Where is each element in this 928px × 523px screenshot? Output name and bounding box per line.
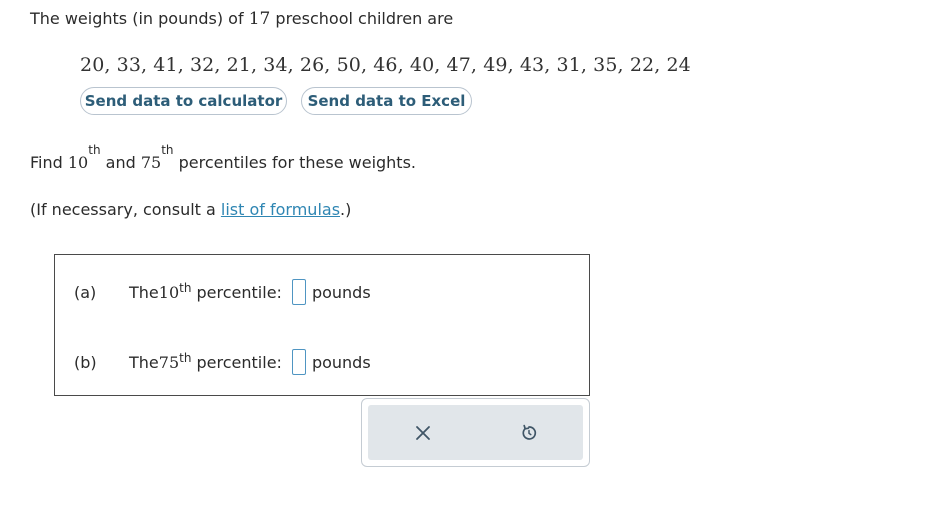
part-b-label: (b): [74, 352, 97, 372]
answer-a-ordinal: th: [179, 281, 192, 295]
question-rest: percentiles for these weights.: [173, 153, 416, 172]
answer-b-label: percentile:: [191, 352, 282, 372]
question-find: Find: [30, 153, 68, 172]
send-to-excel-button[interactable]: Send data to Excel: [301, 87, 472, 115]
undo-icon[interactable]: [517, 421, 541, 445]
answer-row-b: (b) The 75th percentile: pounds: [74, 349, 371, 375]
hint-prefix: (If necessary, consult a: [30, 200, 221, 219]
answer-b-the: The: [129, 352, 159, 372]
answer-a-input[interactable]: [291, 279, 306, 305]
close-icon-glyph: [416, 426, 430, 440]
question-and: and: [100, 153, 141, 172]
answer-a-unit: pounds: [311, 282, 371, 302]
answer-b-unit: pounds: [311, 352, 371, 372]
intro-count: 17: [248, 9, 271, 29]
problem-intro: The weights (in pounds) of 17 preschool …: [30, 8, 453, 30]
answer-a-the: The: [129, 282, 159, 302]
problem-page: The weights (in pounds) of 17 preschool …: [0, 0, 928, 523]
hint-suffix: .): [340, 200, 352, 219]
answer-action-panel: [361, 398, 590, 467]
question-p1: 10: [67, 153, 89, 172]
question-p1-ordinal: th: [88, 143, 101, 157]
answer-b-ordinal: th: [179, 351, 192, 365]
part-a-label: (a): [74, 282, 97, 302]
question-text: Find 10th and 75th percentiles for these…: [30, 144, 416, 178]
answer-box: (a) The 10th percentile: pounds (b) The …: [54, 254, 590, 396]
question-p2: 75: [140, 153, 162, 172]
answer-a-number: 10: [158, 282, 180, 302]
answer-b-input[interactable]: [291, 349, 306, 375]
formulas-hint: (If necessary, consult a list of formula…: [30, 200, 351, 219]
question-p2-ordinal: th: [161, 143, 174, 157]
answer-a-label: percentile:: [191, 282, 282, 302]
close-icon[interactable]: [411, 421, 435, 445]
list-of-formulas-link[interactable]: list of formulas: [221, 200, 340, 219]
answer-row-a: (a) The 10th percentile: pounds: [74, 279, 371, 305]
data-values: 20, 33, 41, 32, 21, 34, 26, 50, 46, 40, …: [80, 54, 691, 76]
intro-suffix: preschool children are: [270, 9, 454, 28]
send-to-calculator-button[interactable]: Send data to calculator: [80, 87, 287, 115]
answer-b-number: 75: [158, 352, 180, 372]
intro-prefix: The weights (in pounds) of: [30, 9, 249, 28]
action-bar: [368, 405, 583, 460]
undo-icon-glyph: [522, 424, 537, 440]
